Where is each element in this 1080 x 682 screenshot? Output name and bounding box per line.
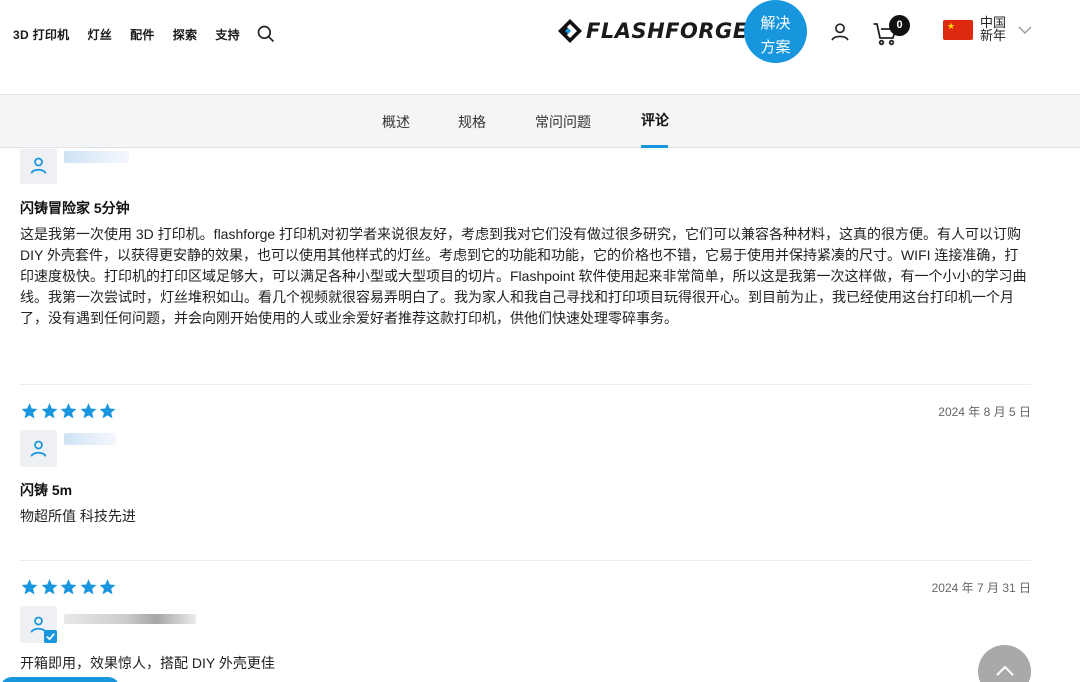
star-icon [21, 403, 38, 419]
tab-specs[interactable]: 规格 [458, 112, 486, 132]
avatar-user-icon [30, 157, 47, 174]
search-icon[interactable] [256, 24, 276, 44]
nav-support[interactable]: 支持 [215, 26, 240, 43]
nav-3d-printers[interactable]: 3D 打印机 [13, 26, 69, 43]
reviewer-name-blurred [64, 151, 129, 163]
nav-accessories[interactable]: 配件 [130, 26, 155, 43]
cart-count-badge: 0 [889, 15, 910, 36]
china-flag-icon: ★ [943, 20, 973, 40]
nav-explore[interactable]: 探索 [173, 26, 198, 43]
review-header: 2024 年 8 月 5 日 [20, 402, 1031, 422]
scroll-to-top-button[interactable] [978, 645, 1031, 682]
chevron-up-icon [996, 665, 1014, 676]
review-divider [20, 384, 1031, 385]
nav-filament[interactable]: 灯丝 [87, 26, 112, 43]
avatar-user-icon [30, 440, 47, 457]
tab-faq[interactable]: 常问问题 [535, 112, 591, 132]
reviewer-name-blurred [64, 433, 116, 445]
solution-button-line1: 解决 [760, 14, 791, 32]
review-divider [20, 560, 1031, 561]
review-body: 这是我第一次使用 3D 打印机。flashforge 打印机对初学者来说很友好，… [20, 226, 1027, 326]
star-icon [60, 403, 77, 419]
logo-diamond-icon [558, 19, 582, 43]
active-tab-indicator [641, 145, 668, 148]
star-icon [80, 403, 96, 419]
solution-button-line2: 方案 [760, 38, 791, 56]
cart[interactable]: 0 [872, 15, 912, 49]
product-tabs: 概述 规格 常问问题 评论 [0, 94, 1080, 148]
tab-reviews[interactable]: 评论 [641, 110, 669, 130]
review-body: 物超所值 科技先进 [20, 508, 136, 524]
star-icon [21, 579, 38, 595]
flashforge-logo[interactable]: FLASHFORGE [557, 18, 748, 44]
review-body: 开箱即用，效果惊人，搭配 DIY 外壳更佳 [20, 655, 275, 671]
verified-badge [44, 630, 57, 643]
site-header: 3D 打印机 灯丝 配件 探索 支持 FLASHFORGE 解决 方案 0 ★ … [0, 0, 1080, 94]
reviewer-name-blurred [64, 614, 196, 624]
review-title: 闪铸冒险家 5分钟 [20, 200, 130, 216]
region-selector[interactable]: ★ 中国 新年 [943, 17, 1032, 43]
chevron-down-icon [1018, 26, 1032, 34]
tab-overview[interactable]: 概述 [382, 112, 410, 132]
solution-button[interactable]: 解决 方案 [744, 0, 807, 63]
region-label: 中国 新年 [980, 17, 1006, 43]
star-rating [20, 578, 1031, 596]
user-icon[interactable] [829, 21, 851, 43]
avatar [20, 430, 57, 467]
star-rating [20, 402, 1031, 420]
logo-text: FLASHFORGE [586, 19, 748, 43]
review-date: 2024 年 7 月 31 日 [931, 581, 1031, 595]
review-title: 闪铸 5m [20, 482, 73, 498]
review-date: 2024 年 8 月 5 日 [938, 405, 1031, 419]
floating-contact-tab[interactable] [0, 677, 120, 682]
avatar [20, 606, 57, 643]
star-icon [41, 579, 57, 595]
star-icon [60, 579, 77, 595]
review-header: 2024 年 7 月 31 日 [20, 578, 1031, 598]
verified-check-icon [46, 633, 55, 641]
star-icon [99, 403, 116, 419]
star-icon [99, 579, 116, 595]
avatar [20, 149, 57, 184]
star-icon [41, 403, 57, 419]
region-sub: 新年 [980, 29, 1007, 44]
main-nav: 3D 打印机 灯丝 配件 探索 支持 [13, 24, 276, 44]
star-icon [80, 579, 96, 595]
